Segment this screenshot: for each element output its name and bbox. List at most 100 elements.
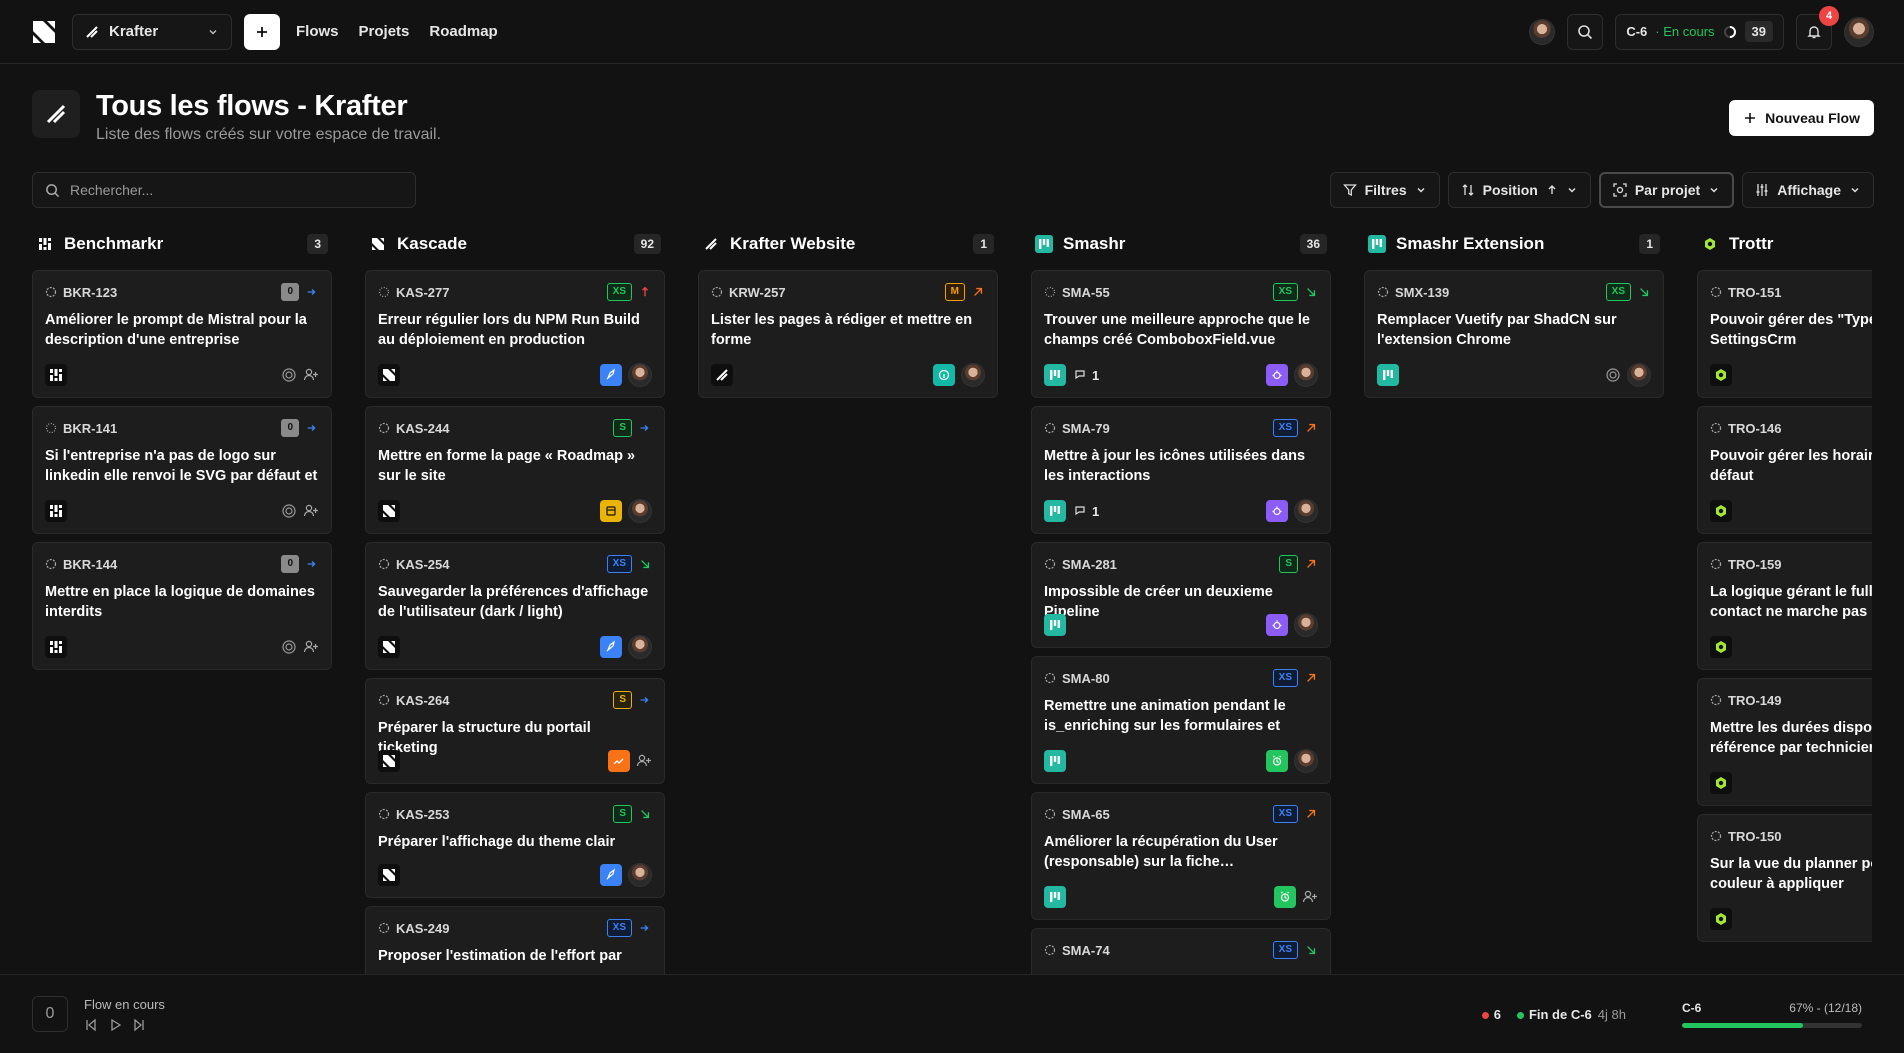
display-button[interactable]: Affichage bbox=[1742, 172, 1874, 208]
assignee-avatar[interactable] bbox=[628, 363, 652, 387]
flow-card[interactable]: SMA-55 XS Trouver une meilleure approche q… bbox=[1031, 270, 1331, 398]
cycle-indicator[interactable]: C-6 · En cours 39 bbox=[1615, 13, 1784, 50]
nav-link-roadmap[interactable]: Roadmap bbox=[429, 23, 497, 40]
size-badge: S bbox=[613, 419, 632, 437]
add-assignee-icon[interactable] bbox=[303, 639, 319, 655]
flow-card[interactable]: BKR-144 0 Mettre en place la logique de do… bbox=[32, 542, 332, 670]
status-todo-icon bbox=[378, 694, 390, 706]
flow-card[interactable]: KAS-277 XS Erreur régulier lors du NPM Run… bbox=[365, 270, 665, 398]
add-assignee-icon[interactable] bbox=[303, 503, 319, 519]
card-title: Améliorer le prompt de Mistral pour la d… bbox=[45, 312, 307, 348]
group-by-button[interactable]: Par projet bbox=[1598, 172, 1735, 208]
flow-card[interactable]: BKR-123 0 Améliorer le prompt de Mistral p… bbox=[32, 270, 332, 398]
workspace-selector[interactable]: Krafter bbox=[72, 13, 232, 50]
label-rocket-icon[interactable] bbox=[600, 364, 622, 386]
card-id: KRW-257 bbox=[729, 284, 786, 300]
arrow-up-icon[interactable] bbox=[1546, 184, 1558, 196]
card-title: Trouver une meilleure approche que le ch… bbox=[1044, 312, 1310, 348]
label-bug-icon[interactable] bbox=[1266, 500, 1288, 522]
filters-button[interactable]: Filtres bbox=[1329, 172, 1440, 208]
project-icon bbox=[711, 364, 733, 386]
status-todo-icon bbox=[45, 286, 57, 298]
project-icon bbox=[378, 750, 400, 772]
label-bug-icon[interactable] bbox=[1266, 614, 1288, 636]
app-logo[interactable] bbox=[30, 18, 58, 46]
bug-icon bbox=[1272, 506, 1282, 516]
search-input[interactable] bbox=[70, 182, 403, 198]
assignee-avatar[interactable] bbox=[628, 635, 652, 659]
overdue-count: 6 bbox=[1481, 1007, 1501, 1022]
flow-card[interactable]: BKR-141 0 Si l'entreprise n'a pas de logo … bbox=[32, 406, 332, 534]
nav-link-projets[interactable]: Projets bbox=[359, 23, 410, 40]
new-flow-button[interactable]: Nouveau Flow bbox=[1729, 100, 1874, 136]
flow-card[interactable]: KAS-264 S Préparer la structure du portail… bbox=[365, 678, 665, 784]
target-icon[interactable] bbox=[281, 639, 297, 655]
create-button[interactable] bbox=[244, 13, 280, 50]
label-alarm-icon[interactable] bbox=[1266, 750, 1288, 772]
flow-card[interactable]: TRO-146 Pouvoir gérer les horaires de l'e… bbox=[1697, 406, 1872, 534]
flow-card[interactable]: KAS-253 S Préparer l'affichage du theme cl… bbox=[365, 792, 665, 898]
flow-card[interactable]: SMX-139 XS Remplacer Vuetify par ShadCN su… bbox=[1364, 270, 1664, 398]
flow-card[interactable]: SMA-79 XS Mettre à jour les icônes utilisé… bbox=[1031, 406, 1331, 534]
label-rocket-icon[interactable] bbox=[600, 636, 622, 658]
skip-back-icon[interactable] bbox=[84, 1018, 98, 1032]
target-icon[interactable] bbox=[281, 367, 297, 383]
flow-card[interactable]: KRW-257 M Lister les pages à rédiger et me… bbox=[698, 270, 998, 398]
flow-card[interactable]: SMA-65 XS Améliorer la récupération du Use… bbox=[1031, 792, 1331, 920]
label-info-icon[interactable] bbox=[933, 364, 955, 386]
flow-card[interactable]: TRO-159 La logique gérant le full_name s … bbox=[1697, 542, 1872, 670]
flow-card[interactable]: SMA-80 XS Remettre une animation pendant l… bbox=[1031, 656, 1331, 784]
column-smashr: Smashr 36 SMA-55 XS Trouver une meilleure ap… bbox=[1031, 226, 1331, 974]
flow-card[interactable]: KAS-254 XS Sauvegarder la préférences d'af… bbox=[365, 542, 665, 670]
label-layout-icon[interactable] bbox=[600, 500, 622, 522]
label-rocket-icon[interactable] bbox=[600, 864, 622, 886]
card-title: Mettre les durées disponible pa de référ… bbox=[1710, 720, 1872, 756]
target-icon[interactable] bbox=[281, 503, 297, 519]
column-header: Kascade 92 bbox=[365, 226, 665, 262]
flow-timer[interactable]: 0 bbox=[32, 996, 68, 1032]
card-id: KAS-264 bbox=[396, 692, 450, 708]
assignee-avatar[interactable] bbox=[961, 363, 985, 387]
flow-card[interactable]: SMA-281 S Impossible de créer un deuxieme … bbox=[1031, 542, 1331, 648]
new-flow-label: Nouveau Flow bbox=[1765, 110, 1860, 126]
assignee-avatar[interactable] bbox=[628, 863, 652, 887]
chevron-down-icon bbox=[207, 26, 219, 38]
assignee-avatar[interactable] bbox=[1294, 749, 1318, 773]
nav-link-flows[interactable]: Flows bbox=[296, 23, 339, 40]
card-title: Mettre à jour les icônes utilisées dans … bbox=[1044, 448, 1306, 484]
flow-card[interactable]: KAS-249 XS Proposer l'estimation de l'effo… bbox=[365, 906, 665, 974]
add-assignee-icon[interactable] bbox=[1302, 889, 1318, 905]
notifications-button[interactable]: 4 bbox=[1796, 5, 1839, 50]
assignee-avatar[interactable] bbox=[1294, 363, 1318, 387]
assignee-avatar[interactable] bbox=[1294, 499, 1318, 523]
label-trend-icon[interactable] bbox=[608, 750, 630, 772]
play-icon[interactable] bbox=[108, 1018, 122, 1032]
focus-icon bbox=[1613, 183, 1627, 197]
smashr-icon bbox=[1035, 235, 1053, 253]
project-icon bbox=[378, 864, 400, 886]
skip-forward-icon[interactable] bbox=[132, 1018, 146, 1032]
flow-card[interactable]: TRO-151 Pouvoir gérer des "Types de lot v… bbox=[1697, 270, 1872, 398]
flow-card[interactable]: KAS-244 S Mettre en forme la page « Roadma… bbox=[365, 406, 665, 534]
label-alarm-icon[interactable] bbox=[1274, 886, 1296, 908]
column-benchmarkr: Benchmarkr 3 BKR-123 0 Améliorer le prompt d… bbox=[32, 226, 332, 974]
search-button[interactable] bbox=[1567, 13, 1604, 50]
target-icon[interactable] bbox=[1605, 367, 1621, 383]
add-assignee-icon[interactable] bbox=[303, 367, 319, 383]
user-avatar[interactable] bbox=[1844, 16, 1874, 47]
smashr-icon bbox=[1368, 235, 1386, 253]
avatar[interactable] bbox=[1529, 18, 1556, 45]
size-badge: S bbox=[613, 691, 632, 709]
status-todo-icon bbox=[1710, 422, 1722, 434]
assignee-avatar[interactable] bbox=[1294, 613, 1318, 637]
flow-card[interactable]: SMA-74 XS bbox=[1031, 928, 1331, 974]
chevron-down-icon bbox=[1568, 187, 1576, 193]
flow-card[interactable]: TRO-149 Mettre les durées disponible pa d… bbox=[1697, 678, 1872, 806]
sort-button[interactable]: Position bbox=[1447, 172, 1591, 208]
assignee-avatar[interactable] bbox=[628, 499, 652, 523]
assignee-avatar[interactable] bbox=[1627, 363, 1651, 387]
flow-card[interactable]: TRO-150 Sur la vue du planner pouvoir c c… bbox=[1697, 814, 1872, 942]
add-assignee-icon[interactable] bbox=[636, 753, 652, 769]
label-bug-icon[interactable] bbox=[1266, 364, 1288, 386]
status-todo-icon bbox=[1044, 558, 1056, 570]
